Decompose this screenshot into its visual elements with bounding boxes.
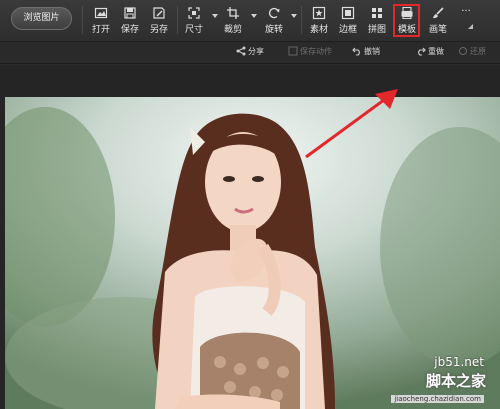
brush-button[interactable]: 画笔 bbox=[427, 4, 449, 36]
resize-icon bbox=[187, 6, 201, 20]
watermark-url: jiaocheng.chazidian.com bbox=[391, 395, 484, 403]
expand-corner-icon[interactable] bbox=[468, 24, 473, 29]
crop-button[interactable]: 裁剪 bbox=[222, 4, 244, 36]
resize-label: 尺寸 bbox=[184, 25, 203, 35]
brush-label: 画笔 bbox=[428, 25, 447, 35]
save-as-icon bbox=[152, 6, 166, 20]
collage-button[interactable]: 拼图 bbox=[366, 4, 388, 36]
watermark-site: jb51.net bbox=[434, 355, 484, 369]
frame-label: 边框 bbox=[338, 25, 357, 35]
crop-dropdown-caret[interactable] bbox=[251, 14, 257, 18]
crop-label: 裁剪 bbox=[223, 25, 242, 35]
save-button[interactable]: 保存 bbox=[119, 4, 141, 36]
resize-dropdown-caret[interactable] bbox=[212, 14, 218, 18]
material-icon bbox=[312, 6, 326, 20]
watermark-text: 脚本之家 bbox=[425, 372, 486, 390]
redo-label: 重做 bbox=[428, 47, 444, 56]
brush-icon bbox=[431, 6, 445, 20]
crop-icon bbox=[226, 6, 240, 20]
more-label: ··· bbox=[461, 6, 471, 17]
main-toolbar: 浏览图片 打开 保存 另存 尺寸 裁剪 旋转 素材 边框 拼图 模板 画笔 ··… bbox=[0, 0, 500, 42]
toolbar-divider bbox=[82, 6, 83, 34]
toolbar-divider bbox=[301, 6, 302, 34]
open-button[interactable]: 打开 bbox=[90, 4, 112, 36]
browse-images-button[interactable]: 浏览图片 bbox=[11, 7, 72, 30]
share-button[interactable]: 分享 bbox=[236, 46, 264, 57]
secondary-toolbar: 分享 保存动作 撤销 重做 还原 bbox=[0, 42, 500, 97]
more-button[interactable]: ··· bbox=[456, 4, 476, 36]
watermark: jb51.net 脚本之家 jiaocheng.chazidian.com bbox=[344, 345, 494, 405]
collage-icon bbox=[370, 6, 384, 20]
redo-button[interactable]: 重做 bbox=[416, 46, 444, 57]
undo-label: 撤销 bbox=[364, 47, 380, 56]
toolbar-divider bbox=[177, 6, 178, 34]
save-action-button[interactable]: 保存动作 bbox=[288, 46, 332, 57]
material-button[interactable]: 素材 bbox=[308, 4, 330, 36]
save-action-label: 保存动作 bbox=[300, 47, 332, 56]
restore-button[interactable]: 还原 bbox=[458, 46, 486, 57]
annotation-arrow bbox=[305, 89, 398, 159]
rotate-label: 旋转 bbox=[264, 25, 283, 35]
frame-icon bbox=[341, 6, 355, 20]
save-action-icon bbox=[288, 46, 298, 56]
redo-icon bbox=[416, 46, 426, 56]
image-canvas-area: jb51.net 脚本之家 jiaocheng.chazidian.com bbox=[0, 65, 500, 409]
save-icon bbox=[123, 6, 137, 20]
open-label: 打开 bbox=[91, 25, 110, 35]
restore-label: 还原 bbox=[470, 47, 486, 56]
restore-icon bbox=[458, 46, 468, 56]
save-as-label: 另存 bbox=[149, 25, 168, 35]
collage-label: 拼图 bbox=[367, 25, 386, 35]
share-icon bbox=[236, 46, 246, 56]
resize-button[interactable]: 尺寸 bbox=[183, 4, 205, 36]
template-highlight-box bbox=[393, 4, 420, 37]
rotate-button[interactable]: 旋转 bbox=[263, 4, 285, 36]
frame-button[interactable]: 边框 bbox=[337, 4, 359, 36]
save-label: 保存 bbox=[120, 25, 139, 35]
open-icon bbox=[94, 6, 108, 20]
undo-button[interactable]: 撤销 bbox=[352, 46, 380, 57]
save-as-button[interactable]: 另存 bbox=[148, 4, 170, 36]
rotate-icon bbox=[267, 6, 281, 20]
rotate-dropdown-caret[interactable] bbox=[291, 14, 297, 18]
material-label: 素材 bbox=[309, 25, 328, 35]
share-label: 分享 bbox=[248, 47, 264, 56]
undo-icon bbox=[352, 46, 362, 56]
